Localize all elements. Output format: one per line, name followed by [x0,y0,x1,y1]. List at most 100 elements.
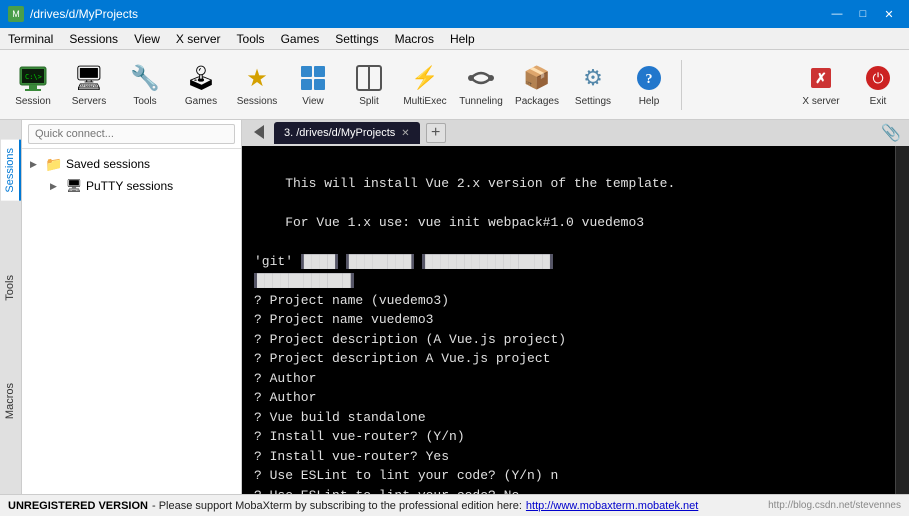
terminal-line [254,232,883,252]
toolbar-servers-btn[interactable]: 🖥 Servers [62,55,116,115]
toolbar-packages-btn[interactable]: 📦 Packages [510,55,564,115]
tab-bar: 3. /drives/d/MyProjects ✕ + 📎 [242,120,909,146]
tab-macros-sidebar[interactable]: Macros [1,375,21,427]
session-tree: ▶ 📁 Saved sessions ▶ 🖥 PuTTY sessions [22,149,241,494]
terminal-line: ? Project name (vuedemo3) [254,291,883,311]
help-icon: ? [633,62,665,94]
sessions-label: Sessions [237,96,278,107]
tab-back-btn[interactable] [246,123,272,144]
close-button[interactable]: ✕ [877,4,901,24]
servers-icon: 🖥 [73,62,105,94]
toolbar-right: ✗ X server ⏻ Exit [791,55,903,115]
help-label: Help [639,96,660,107]
toolbar-view-btn[interactable]: View [286,55,340,115]
terminal-line: ? Project name vuedemo3 [254,310,883,330]
tree-item-saved-sessions[interactable]: ▶ 📁 Saved sessions [22,153,241,175]
terminal-area: 3. /drives/d/MyProjects ✕ + 📎 This will … [242,120,909,494]
exit-icon: ⏻ [862,62,894,94]
tab-tools-sidebar[interactable]: Tools [1,267,21,309]
menu-help[interactable]: Help [442,28,483,49]
terminal-tab[interactable]: 3. /drives/d/MyProjects ✕ [274,122,420,144]
svg-text:⏻: ⏻ [872,70,883,86]
games-label: Games [185,96,217,107]
toolbar-multiexec-btn[interactable]: ⚡ MultiExec [398,55,452,115]
session-icon: C:\> [17,62,49,94]
menu-settings[interactable]: Settings [327,28,386,49]
putty-sessions-label: PuTTY sessions [86,179,173,193]
menu-sessions[interactable]: Sessions [61,28,126,49]
tools-icon: 🔧 [129,62,161,94]
menu-xserver[interactable]: X server [168,28,229,49]
tab-sessions-sidebar[interactable]: Sessions [1,140,21,201]
games-icon: 🕹 [185,62,217,94]
statusbar: UNREGISTERED VERSION - Please support Mo… [0,494,909,516]
toolbar-sessions-btn[interactable]: ★ Sessions [230,55,284,115]
titlebar-left: M /drives/d/MyProjects [8,6,138,22]
titlebar: M /drives/d/MyProjects — □ ✕ [0,0,909,28]
quick-connect-input[interactable] [28,124,235,144]
exit-label: Exit [870,96,887,107]
main-content: Sessions Tools Macros ▶ 📁 Saved sessions… [0,120,909,494]
view-label: View [302,96,324,107]
sessions-icon: ★ [241,62,273,94]
toolbar-split-btn[interactable]: Split [342,55,396,115]
toolbar-settings-btn[interactable]: ⚙ Settings [566,55,620,115]
xserver-label: X server [802,96,839,107]
multiexec-label: MultiExec [403,96,446,107]
menu-terminal[interactable]: Terminal [0,28,61,49]
terminal-line: ████████████ [254,271,883,291]
menu-games[interactable]: Games [273,28,328,49]
toolbar-exit-btn[interactable]: ⏻ Exit [853,55,903,115]
packages-icon: 📦 [521,62,553,94]
settings-icon: ⚙ [577,62,609,94]
status-message: - Please support MobaXterm by subscribin… [152,500,522,512]
toolbar-session-btn[interactable]: C:\> Session [6,55,60,115]
servers-label: Servers [72,96,106,107]
tree-item-putty-sessions[interactable]: ▶ 🖥 PuTTY sessions [22,175,241,197]
terminal-content[interactable]: This will install Vue 2.x version of the… [242,146,895,494]
saved-sessions-label: Saved sessions [66,157,150,171]
settings-label: Settings [575,96,611,107]
toolbar-help-btn[interactable]: ? Help [622,55,676,115]
menu-macros[interactable]: Macros [387,28,442,49]
tunneling-icon [465,62,497,94]
menu-view[interactable]: View [126,28,168,49]
session-label: Session [15,96,51,107]
terminal-line [254,193,883,213]
toolbar: C:\> Session 🖥 Servers 🔧 Tools 🕹 Games ★… [0,50,909,120]
minimize-button[interactable]: — [825,4,849,24]
view-icon [297,62,329,94]
toolbar-tools-btn[interactable]: 🔧 Tools [118,55,172,115]
menu-tools[interactable]: Tools [229,28,273,49]
maximize-button[interactable]: □ [851,4,875,24]
terminal-line: ? Vue build standalone [254,408,883,428]
folder-icon-saved: 📁 [46,156,62,172]
terminal-line: ? Author [254,388,883,408]
tools-label: Tools [133,96,156,107]
tree-arrow-saved: ▶ [30,159,42,170]
app-icon: M [8,6,24,22]
terminal-line: ? Use ESLint to lint your code? No [254,486,883,495]
terminal-line: ? Project description (A Vue.js project) [254,330,883,350]
tab-label: 3. /drives/d/MyProjects [284,127,395,139]
tab-add-btn[interactable]: + [426,123,446,143]
titlebar-controls: — □ ✕ [825,4,901,24]
toolbar-separator [681,60,682,110]
terminal-line: ? Install vue-router? (Y/n) [254,427,883,447]
status-unregistered: UNREGISTERED VERSION [8,500,148,512]
tab-scroll-icon: 📎 [877,123,905,143]
toolbar-xserver-btn[interactable]: ✗ X server [791,55,851,115]
svg-text:✗: ✗ [815,70,827,86]
terminal-line-git: 'git' ████ ████████ ████████████████ [254,252,883,272]
tab-close-btn[interactable]: ✕ [401,128,409,139]
toolbar-tunneling-btn[interactable]: Tunneling [454,55,508,115]
terminal-line: This will install Vue 2.x version of the… [254,174,883,194]
svg-text:C:\>: C:\> [25,73,42,81]
status-watermark: http://blog.csdn.net/stevennes [768,500,901,511]
side-panel: ▶ 📁 Saved sessions ▶ 🖥 PuTTY sessions [22,120,242,494]
status-link[interactable]: http://www.mobaxterm.mobatek.net [526,500,698,512]
terminal-line: ? Project description A Vue.js project [254,349,883,369]
terminal-scrollbar[interactable] [895,146,909,494]
toolbar-games-btn[interactable]: 🕹 Games [174,55,228,115]
terminal-line: ? Install vue-router? Yes [254,447,883,467]
